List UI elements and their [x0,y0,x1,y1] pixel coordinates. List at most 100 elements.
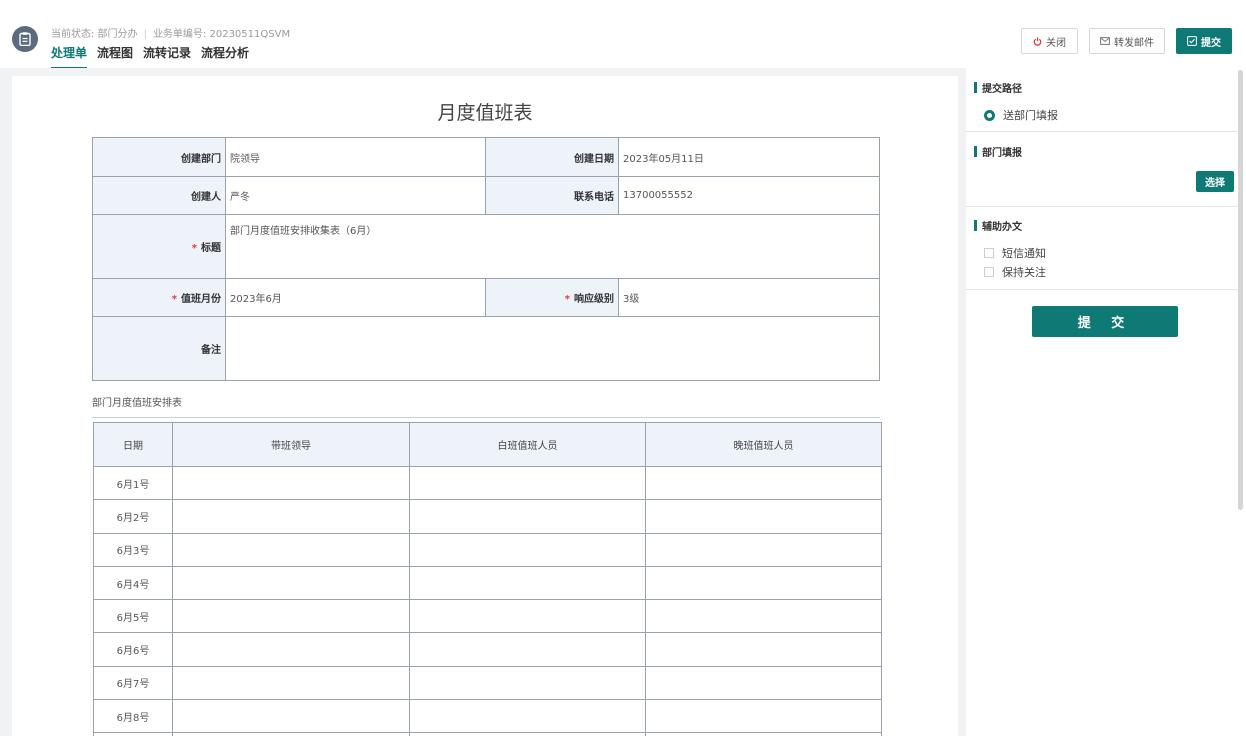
path-option-label: 送部门填报 [1003,109,1058,122]
night-shift-cell[interactable] [645,565,882,601]
night-shift-cell[interactable] [645,532,882,567]
row-date: 6月6号 [93,632,173,667]
schedule-divider [92,417,880,418]
section-bar [974,82,977,93]
required-mark: * [191,243,197,254]
level-label: 响应级别 [574,294,614,305]
row-date: 6月8号 [93,699,173,734]
radio-selected-icon [984,109,995,121]
keep-watch-label: 保持关注 [1002,266,1046,279]
path-title-text: 提交路径 [982,84,1022,95]
current-status: 当前状态: 部门分办 [51,29,138,40]
required-mark: * [171,294,177,305]
assist-section-title: 辅助办文 [974,218,1022,233]
level-value[interactable]: 3级 [618,278,880,317]
night-shift-cell[interactable] [645,665,882,701]
day-shift-cell[interactable] [409,465,646,501]
checkbox-icon [984,267,994,277]
scrollbar[interactable] [1238,70,1243,510]
panel-divider [966,206,1242,207]
table-row: 6月8号 [93,699,882,734]
header-submit-button[interactable]: 提交 [1176,28,1232,54]
night-shift-cell[interactable] [645,599,882,634]
checkbox-icon [984,248,994,258]
row-date: 6月2号 [93,499,173,534]
leader-cell[interactable] [172,532,410,567]
mail-icon [1100,37,1110,45]
title-value[interactable]: 部门月度值班安排收集表（6月） [225,214,880,279]
status-separator: | [143,29,147,40]
level-label-cell: * 响应级别 [485,278,619,317]
leader-cell[interactable] [172,699,410,734]
day-shift-cell[interactable] [409,699,646,734]
form-title: 月度值班表 [437,102,533,124]
day-shift-cell[interactable] [409,565,646,601]
dept-section-title: 部门填报 [974,144,1022,159]
forward-mail-button[interactable]: 转发邮件 [1089,28,1165,54]
panel-divider [966,131,1242,132]
month-value[interactable]: 2023年6月 [225,278,486,317]
creator-label: 创建人 [92,176,226,215]
top-header: 当前状态: 部门分办 | 业务单编号: 20230511QSVM 处理单 流程图 流… [0,0,1246,69]
leader-cell[interactable] [172,632,410,667]
title-label: 标题 [201,243,221,254]
leader-cell[interactable] [172,665,410,701]
duty-schedule-table: 日期 带班领导 白班值班人员 晚班值班人员 6月1号 6月2号 6月3号 6月4… [93,422,882,736]
close-button-label: 关闭 [1046,37,1066,49]
table-row: 6月6号 [93,632,882,667]
day-shift-cell[interactable] [409,499,646,534]
title-label-cell: * 标题 [92,214,226,279]
phone-value[interactable]: 13700055552 [618,176,880,215]
leader-cell[interactable] [172,565,410,601]
required-mark: * [564,294,570,305]
creator-value[interactable]: 严冬 [225,176,486,215]
sms-notify-label: 短信通知 [1002,247,1046,260]
choose-button[interactable]: 选择 [1196,171,1234,192]
header-submit-label: 提交 [1201,37,1221,49]
close-button[interactable]: 关闭 [1021,28,1078,54]
day-shift-cell[interactable] [409,632,646,667]
night-shift-cell[interactable] [645,632,882,667]
path-section-title: 提交路径 [974,80,1022,95]
schedule-caption: 部门月度值班安排表 [92,398,182,409]
create-date-value[interactable]: 2023年05月11日 [618,137,880,177]
create-date-label: 创建日期 [485,137,619,177]
status-line: 当前状态: 部门分办 | 业务单编号: 20230511QSVM [51,25,290,40]
tab-flow-analysis[interactable]: 流程分析 [201,44,249,69]
night-shift-cell[interactable] [645,465,882,501]
column-header-night-shift: 晚班值班人员 [645,422,882,467]
tab-bar: 处理单 流程图 流转记录 流程分析 [51,44,249,69]
keep-watch-checkbox[interactable]: 保持关注 [984,264,1046,280]
table-row: 6月3号 [93,532,882,567]
night-shift-cell[interactable] [645,699,882,734]
submit-button[interactable]: 提 交 [1032,306,1178,337]
day-shift-cell[interactable] [409,599,646,634]
tab-flow-records[interactable]: 流转记录 [143,44,191,69]
row-date: 6月7号 [93,665,173,701]
night-shift-cell[interactable] [645,499,882,534]
leader-cell[interactable] [172,599,410,634]
leader-cell[interactable] [172,465,410,501]
remark-input[interactable] [225,316,880,381]
create-dept-label: 创建部门 [92,137,226,177]
path-option-radio[interactable]: 送部门填报 [984,107,1058,123]
tab-processing-form[interactable]: 处理单 [51,44,88,69]
create-dept-value[interactable]: 院领导 [225,137,486,177]
day-shift-cell[interactable] [409,665,646,701]
row-date: 6月1号 [93,465,173,501]
business-number: 业务单编号: 20230511QSVM [152,29,291,40]
table-row: 6月4号 [93,565,882,601]
section-bar [974,220,977,231]
table-row: 6月2号 [93,499,882,534]
column-header-day-shift: 白班值班人员 [409,422,646,467]
tab-flowchart[interactable]: 流程图 [97,44,133,69]
leader-cell[interactable] [172,499,410,534]
month-label-cell: * 值班月份 [92,278,226,317]
power-icon [1033,36,1042,46]
table-row: 6月1号 [93,465,882,501]
assist-title-text: 辅助办文 [982,222,1022,233]
check-square-icon [1187,36,1197,46]
sms-notify-checkbox[interactable]: 短信通知 [984,245,1046,261]
day-shift-cell[interactable] [409,532,646,567]
right-panel: 提交路径 部门填报 辅助办文 [966,68,1242,736]
